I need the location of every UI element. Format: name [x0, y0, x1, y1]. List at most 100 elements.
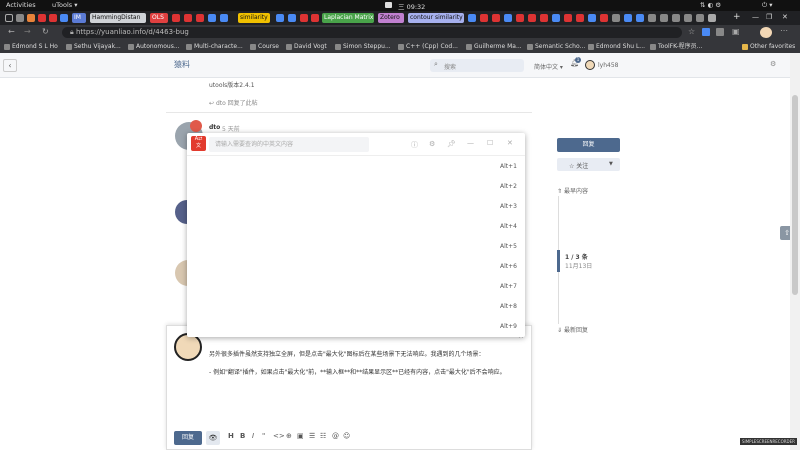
user-avatar[interactable]: [585, 60, 595, 70]
tab-favicon[interactable]: [492, 14, 500, 22]
scrollbar-thumb[interactable]: [792, 95, 798, 295]
tab-im[interactable]: IM: [72, 13, 86, 23]
mention-icon[interactable]: @: [332, 432, 339, 440]
translate-plugin-icon[interactable]: A⇄ 文: [191, 136, 206, 151]
tab-favicon[interactable]: [276, 14, 284, 22]
wechat-icon[interactable]: [385, 2, 392, 8]
settings-icon[interactable]: ⚙: [429, 140, 435, 148]
reply-link[interactable]: ↩ dto 回复了此帖: [209, 98, 258, 107]
bookmark-item[interactable]: Semantic Scho...: [527, 42, 585, 51]
code-icon[interactable]: <>: [273, 432, 285, 440]
close-icon[interactable]: ✕: [507, 139, 513, 147]
back-icon[interactable]: ←: [8, 27, 15, 36]
bookmark-item[interactable]: Course: [250, 42, 279, 51]
extension-icon[interactable]: [716, 28, 724, 36]
tab-similarity[interactable]: similarity: [238, 13, 270, 23]
composer-text-line2[interactable]: - 例如"翻译"插件，如果点击"最大化"前，**输入框**和**结果显示区**已…: [209, 367, 506, 376]
tab-favicon[interactable]: [672, 14, 680, 22]
clock[interactable]: 三 09:32: [398, 1, 425, 11]
reload-icon[interactable]: ↻: [42, 27, 49, 36]
heading-icon[interactable]: H: [228, 432, 234, 440]
tab-favicon[interactable]: [528, 14, 536, 22]
bookmark-item[interactable]: Sethu Vijayak...: [66, 42, 121, 51]
tab-favicon[interactable]: [480, 14, 488, 22]
app-menu[interactable]: uTools ▾: [52, 1, 77, 9]
composer-text-line1[interactable]: 另外很多插件虽然支持独立全屏，但是点击"最大化"图标后在某些场景下无法响应。我遇…: [209, 349, 485, 358]
extension-icon[interactable]: [702, 28, 710, 36]
bookmark-item[interactable]: David Vogt: [286, 42, 327, 51]
quote-icon[interactable]: ": [262, 432, 265, 440]
follow-dropdown[interactable]: ☆ 关注 ▼: [557, 158, 620, 171]
tab-ols[interactable]: OLS: [150, 13, 168, 23]
language-selector[interactable]: 简体中文 ▾: [534, 62, 563, 71]
bookmark-item[interactable]: Guilherme Ma...: [466, 42, 522, 51]
profile-avatar[interactable]: [760, 27, 772, 38]
network-icon[interactable]: ⇅ ◐ ⚙: [700, 1, 721, 9]
image-icon[interactable]: ▣: [297, 432, 304, 440]
tab-favicon[interactable]: [49, 14, 57, 22]
bullet-list-icon[interactable]: ☰: [309, 432, 315, 440]
username[interactable]: lyh458: [598, 62, 618, 69]
tab-favicon[interactable]: [288, 14, 296, 22]
bookmark-item[interactable]: Edmond S L Ho: [4, 42, 58, 51]
maximize-icon[interactable]: ☐: [487, 139, 493, 147]
jump-latest[interactable]: ⇓ 最新回复: [557, 325, 588, 334]
tab-favicon[interactable]: [184, 14, 192, 22]
activities-button[interactable]: Activities: [6, 1, 36, 9]
tab-favicon[interactable]: [504, 14, 512, 22]
reply-button[interactable]: 回复: [557, 138, 620, 152]
utools-search-input[interactable]: 请输入需要查询的中英文内容: [209, 137, 369, 152]
tab-favicon[interactable]: [311, 14, 319, 22]
tab-favicon[interactable]: [624, 14, 632, 22]
bookmark-item[interactable]: Autonomous...: [128, 42, 180, 51]
tab-favicon[interactable]: [696, 14, 704, 22]
tab-favicon[interactable]: [300, 14, 308, 22]
menu-icon[interactable]: ⋯: [780, 26, 788, 35]
bookmark-item[interactable]: C++ (Cpp) Cod...: [398, 42, 458, 51]
follow-button[interactable]: ☆ 关注: [569, 161, 588, 170]
new-tab-icon[interactable]: +: [733, 12, 741, 22]
tab-favicon[interactable]: [27, 14, 35, 22]
collections-icon[interactable]: ▣: [732, 27, 740, 36]
post-time[interactable]: 5 天前: [222, 124, 240, 133]
emoji-icon[interactable]: ☺: [343, 432, 350, 440]
bold-icon[interactable]: B: [240, 432, 245, 440]
composer-reply-button[interactable]: 回复: [174, 431, 202, 445]
tab-favicon[interactable]: [516, 14, 524, 22]
preview-eye-icon[interactable]: 👁︎: [206, 431, 220, 445]
tab-favicon[interactable]: [208, 14, 216, 22]
tab-favicon[interactable]: [612, 14, 620, 22]
tab-favicon[interactable]: [600, 14, 608, 22]
bookmark-other-favorites[interactable]: Other favorites: [742, 42, 795, 51]
bookmark-star-icon[interactable]: ☆: [688, 27, 695, 36]
system-menu-icon[interactable]: ⏻ ▾: [762, 1, 772, 10]
tab-contour[interactable]: contour similarity: [408, 13, 464, 23]
tab-favicon[interactable]: [16, 14, 24, 22]
tab-favicon[interactable]: [38, 14, 46, 22]
window-close-icon[interactable]: ✕: [782, 13, 788, 21]
window-minimize-icon[interactable]: —: [752, 13, 759, 21]
post-author[interactable]: dto: [209, 124, 220, 131]
settings-icon[interactable]: ⚙: [770, 60, 776, 68]
info-icon[interactable]: ⓘ: [411, 140, 418, 150]
tab-hamming[interactable]: HammingDistan: [90, 13, 146, 23]
tab-favicon[interactable]: [468, 14, 476, 22]
bookmark-item[interactable]: Edmond Shu L...: [588, 42, 645, 51]
tab-favicon[interactable]: [588, 14, 596, 22]
tab-zotero[interactable]: Zotero: [378, 13, 404, 23]
tab-favicon[interactable]: [540, 14, 548, 22]
jump-earliest[interactable]: ⇑ 最早内容: [557, 186, 588, 195]
bookmark-item[interactable]: Multi-characte...: [186, 42, 243, 51]
tab-favicon[interactable]: [172, 14, 180, 22]
address-bar[interactable]: 🔒︎ https://yuanliao.info/d/4463-bug: [62, 27, 682, 38]
tab-favicon[interactable]: [552, 14, 560, 22]
site-logo[interactable]: 猿料: [174, 59, 190, 70]
back-chevron-icon[interactable]: ‹: [3, 59, 17, 72]
tab-favicon[interactable]: [660, 14, 668, 22]
tab-favicon[interactable]: [60, 14, 68, 22]
forward-icon[interactable]: →: [24, 27, 31, 36]
pin-icon[interactable]: 📌︎: [447, 140, 456, 148]
tab-favicon[interactable]: [220, 14, 228, 22]
search-input[interactable]: ⌕ 搜索: [430, 59, 524, 72]
tab-favicon[interactable]: [576, 14, 584, 22]
